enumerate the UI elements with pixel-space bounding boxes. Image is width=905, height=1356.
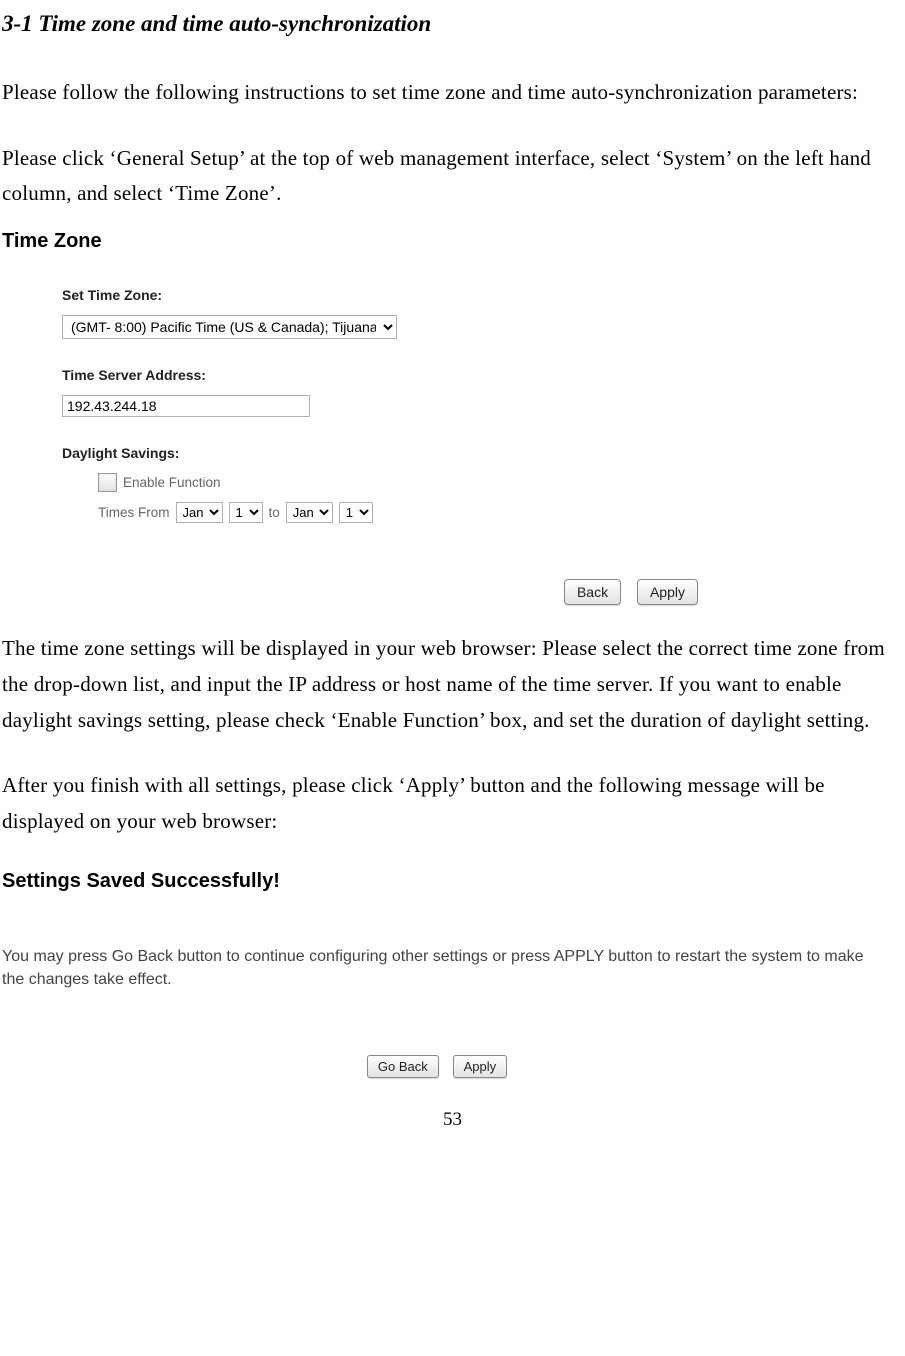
- time-server-input[interactable]: [62, 395, 310, 417]
- go-back-button[interactable]: Go Back: [367, 1055, 439, 1078]
- section-title: 3-1 Time zone and time auto-synchronizat…: [2, 4, 903, 43]
- panel-title: Time Zone: [2, 230, 682, 253]
- daylight-savings-label: Daylight Savings:: [62, 445, 682, 461]
- time-zone-panel: Time Zone Set Time Zone: (GMT- 8:00) Pac…: [2, 230, 682, 605]
- paragraph-intro: Please follow the following instructions…: [2, 75, 903, 111]
- saved-message: You may press Go Back button to continue…: [2, 945, 872, 991]
- to-day-select[interactable]: 1: [339, 502, 373, 523]
- saved-title: Settings Saved Successfully!: [2, 870, 872, 893]
- from-month-select[interactable]: Jan: [176, 502, 223, 523]
- time-zone-select[interactable]: (GMT- 8:00) Pacific Time (US & Canada); …: [62, 315, 397, 339]
- to-label: to: [269, 505, 280, 520]
- settings-saved-panel: Settings Saved Successfully! You may pre…: [2, 870, 872, 1078]
- time-server-label: Time Server Address:: [62, 367, 682, 383]
- from-day-select[interactable]: 1: [229, 502, 263, 523]
- apply-button-2[interactable]: Apply: [453, 1055, 508, 1078]
- back-button[interactable]: Back: [564, 579, 621, 605]
- paragraph-apply: After you finish with all settings, plea…: [2, 768, 903, 839]
- apply-button[interactable]: Apply: [637, 579, 698, 605]
- times-from-label: Times From: [98, 505, 170, 520]
- paragraph-explain: The time zone settings will be displayed…: [2, 631, 903, 738]
- page-number: 53: [2, 1104, 903, 1136]
- paragraph-nav: Please click ‘General Setup’ at the top …: [2, 141, 903, 212]
- set-time-zone-label: Set Time Zone:: [62, 287, 682, 303]
- enable-function-checkbox[interactable]: [98, 473, 117, 492]
- enable-function-label: Enable Function: [123, 475, 221, 490]
- to-month-select[interactable]: Jan: [286, 502, 333, 523]
